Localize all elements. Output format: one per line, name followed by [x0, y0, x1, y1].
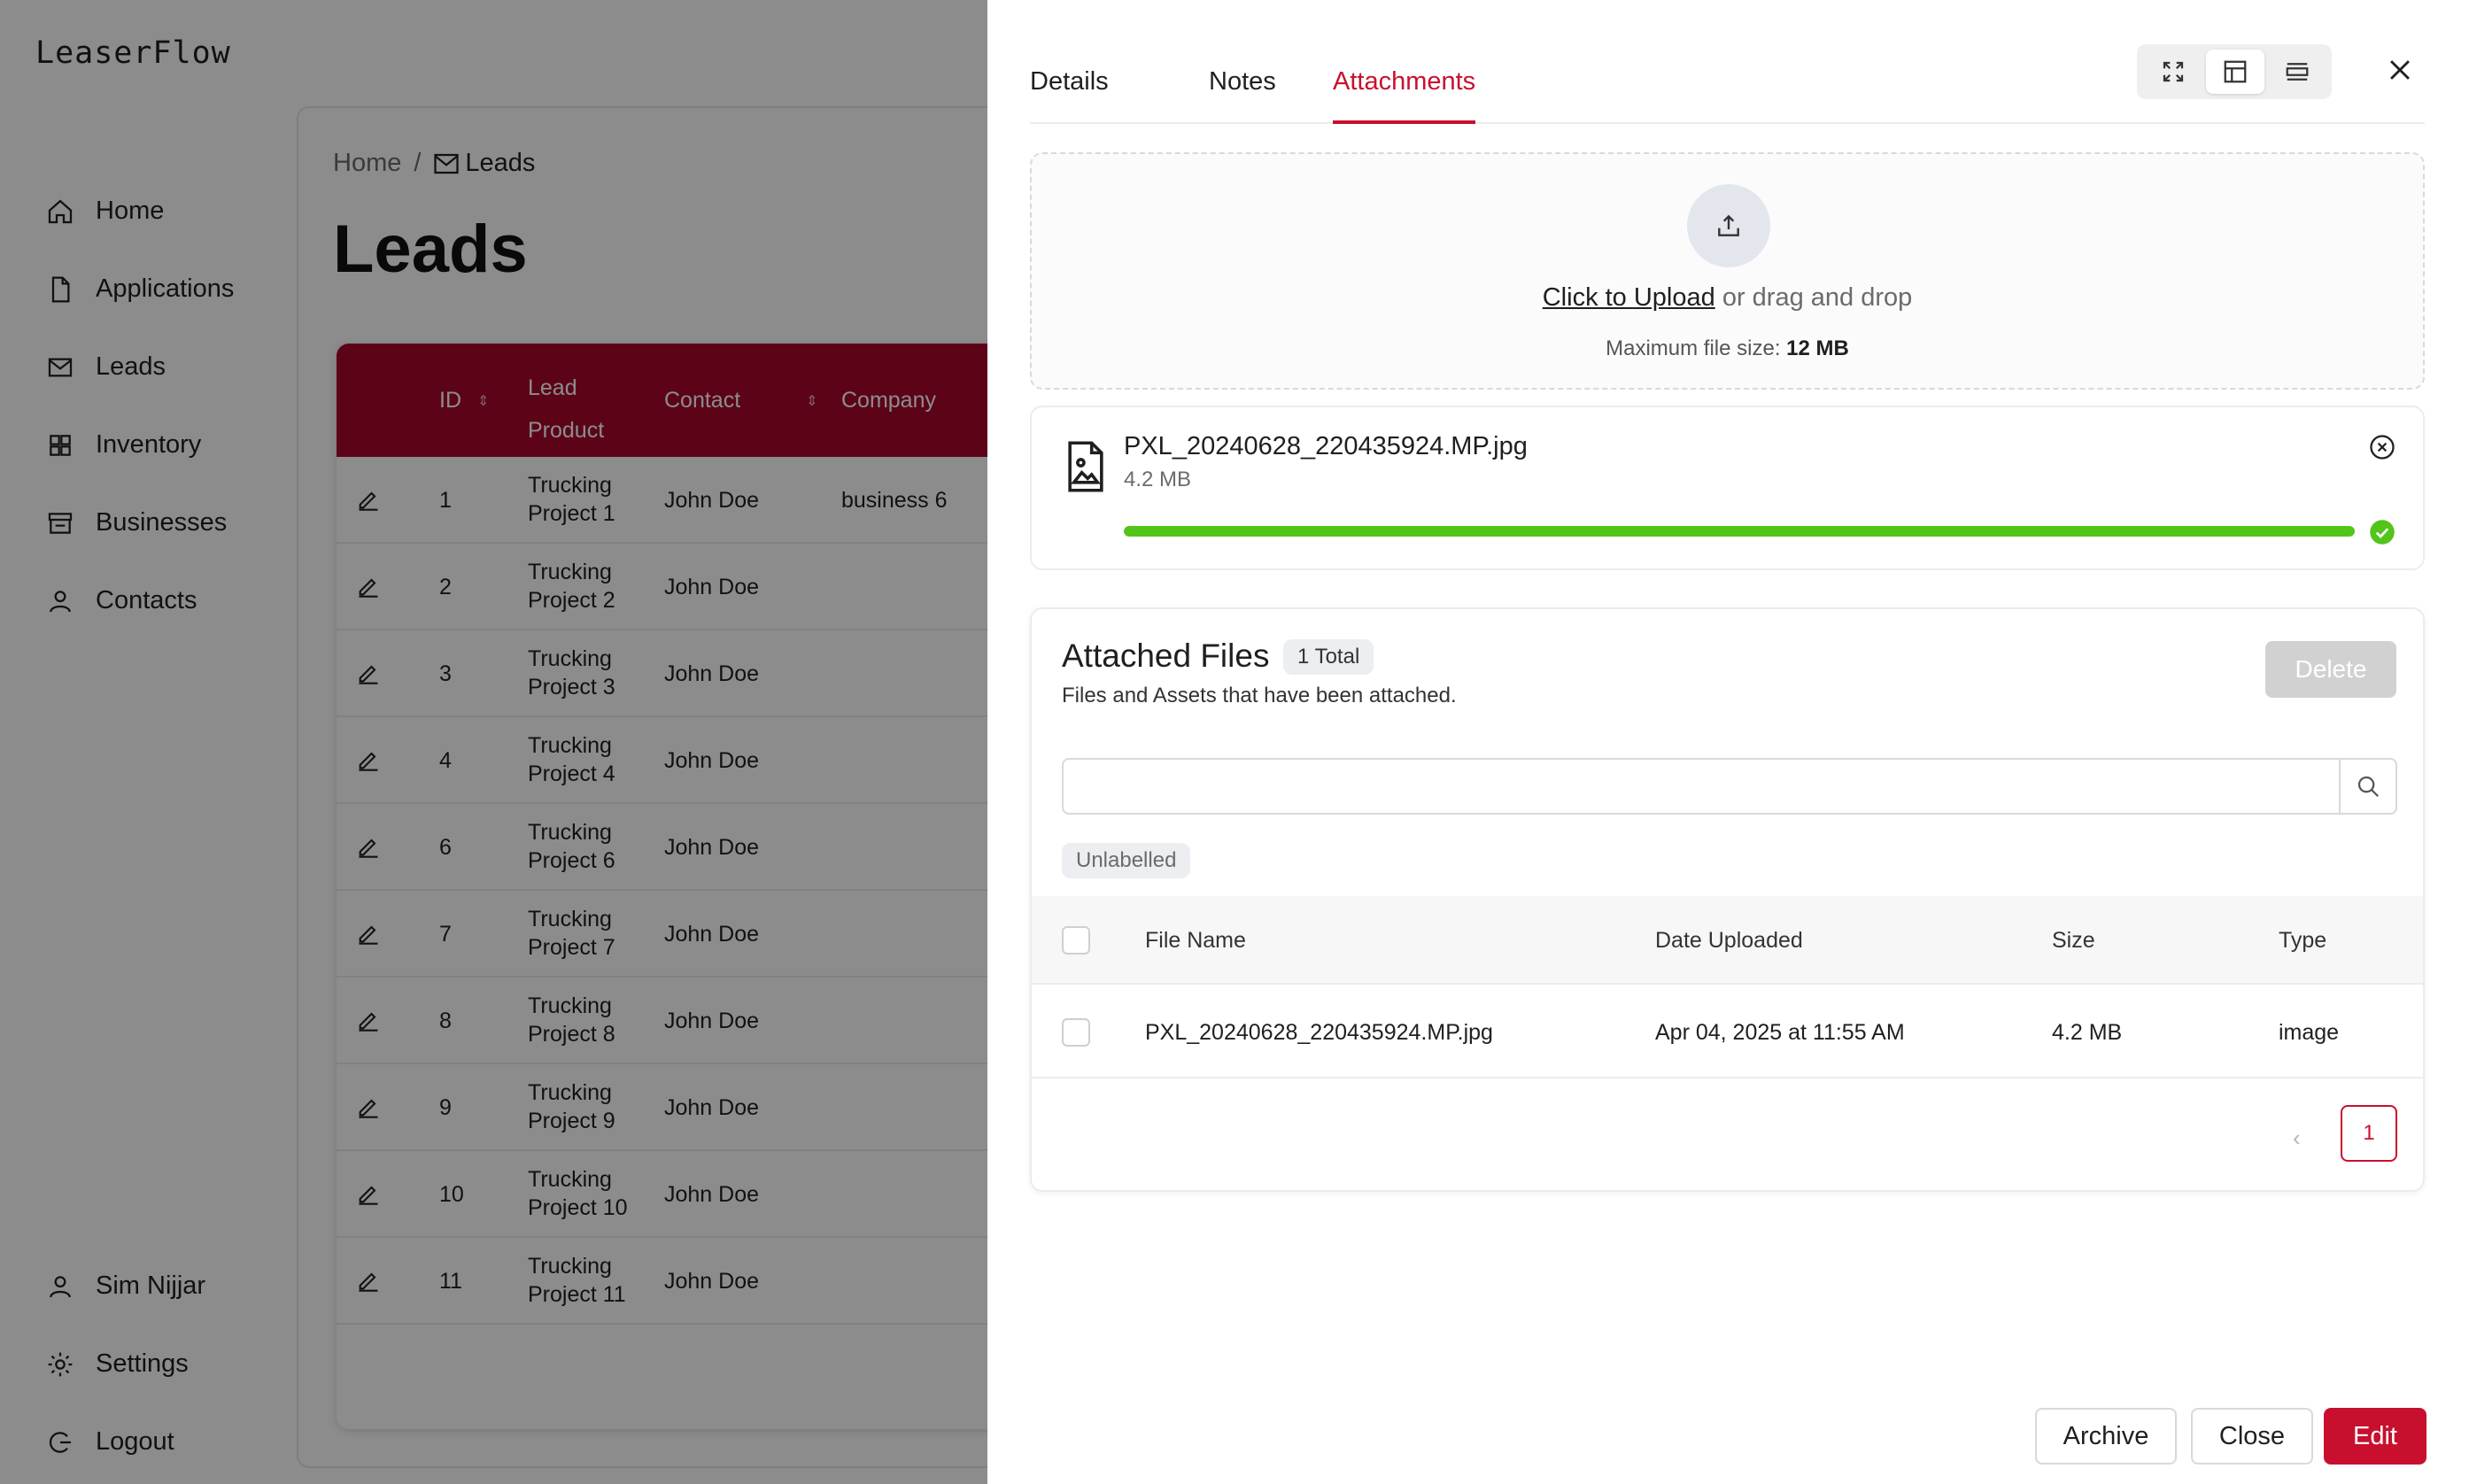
- click-to-upload-link[interactable]: Click to Upload: [1543, 283, 1715, 312]
- close-icon[interactable]: [2385, 55, 2415, 85]
- column-header-date-uploaded: Date Uploaded: [1655, 928, 1803, 953]
- column-header-file-name: File Name: [1145, 928, 1246, 953]
- check-circle-icon: [2370, 520, 2395, 545]
- files-table-header: File Name Date Uploaded Size Type: [1032, 896, 2423, 985]
- lead-drawer: Details Notes Attachments Click to Uploa…: [987, 0, 2469, 1484]
- table-row[interactable]: PXL_20240628_220435924.MP.jpg Apr 04, 20…: [1032, 985, 2423, 1078]
- file-search: [1062, 758, 2397, 815]
- upload-button[interactable]: [1687, 184, 1770, 267]
- search-icon: [2357, 776, 2380, 798]
- column-header-type: Type: [2279, 928, 2327, 953]
- modal-backdrop[interactable]: [0, 0, 987, 1484]
- total-count-badge: 1 Total: [1283, 639, 1374, 675]
- select-all-checkbox[interactable]: [1062, 926, 1090, 955]
- image-file-icon: [1068, 441, 1103, 492]
- file-search-input[interactable]: [1064, 760, 2339, 813]
- close-button[interactable]: Close: [2191, 1408, 2313, 1465]
- column-header-size: Size: [2052, 928, 2095, 953]
- upload-file-size: 4.2 MB: [1124, 468, 1192, 491]
- rows-layout-icon: [2286, 63, 2309, 81]
- upload-instructions: Click to Upload or drag and drop: [1032, 283, 2423, 313]
- pagination-prev[interactable]: ‹: [2293, 1125, 2301, 1152]
- attached-files-card: Attached Files 1 Total Files and Assets …: [1030, 607, 2425, 1192]
- attached-files-title: Attached Files: [1062, 638, 1270, 674]
- upload-progress-bar: [1124, 526, 2355, 537]
- type-cell: image: [2279, 1020, 2340, 1045]
- upload-progress-fill: [1124, 526, 2355, 537]
- upload-icon: [1718, 214, 1739, 236]
- edit-button[interactable]: Edit: [2324, 1408, 2426, 1465]
- bottom-panel-view-button[interactable]: [2268, 50, 2326, 94]
- max-file-size-value: 12 MB: [1786, 336, 1849, 360]
- attached-files-subtitle: Files and Assets that have been attached…: [1062, 684, 1457, 707]
- date-uploaded-cell: Apr 04, 2025 at 11:55 AM: [1655, 1020, 1905, 1045]
- remove-circle-icon[interactable]: [2369, 434, 2395, 460]
- pagination-page-1[interactable]: 1: [2341, 1105, 2397, 1162]
- expand-icon: [2163, 61, 2184, 82]
- upload-file-name: PXL_20240628_220435924.MP.jpg: [1124, 432, 1528, 460]
- view-mode-toggle: [2137, 44, 2332, 99]
- size-cell: 4.2 MB: [2052, 1020, 2123, 1045]
- file-name-cell: PXL_20240628_220435924.MP.jpg: [1145, 1020, 1493, 1045]
- row-checkbox[interactable]: [1062, 1018, 1090, 1047]
- search-button[interactable]: [2339, 760, 2395, 813]
- upload-dropzone[interactable]: Click to Upload or drag and drop Maximum…: [1030, 152, 2425, 390]
- fullscreen-view-button[interactable]: [2144, 50, 2202, 94]
- tab-notes[interactable]: Notes: [1209, 67, 1276, 124]
- drag-drop-text: or drag and drop: [1714, 283, 1913, 312]
- upload-progress-item: PXL_20240628_220435924.MP.jpg 4.2 MB: [1030, 406, 2425, 570]
- delete-button[interactable]: Delete: [2265, 641, 2396, 698]
- label-filter-chip[interactable]: Unlabelled: [1062, 843, 1191, 878]
- tab-attachments[interactable]: Attachments: [1333, 67, 1476, 124]
- panel-layout-icon: [2224, 60, 2247, 83]
- max-file-size: Maximum file size: 12 MB: [1606, 336, 1849, 360]
- side-panel-view-button[interactable]: [2206, 50, 2264, 94]
- tab-details[interactable]: Details: [1030, 67, 1109, 124]
- archive-button[interactable]: Archive: [2035, 1408, 2177, 1465]
